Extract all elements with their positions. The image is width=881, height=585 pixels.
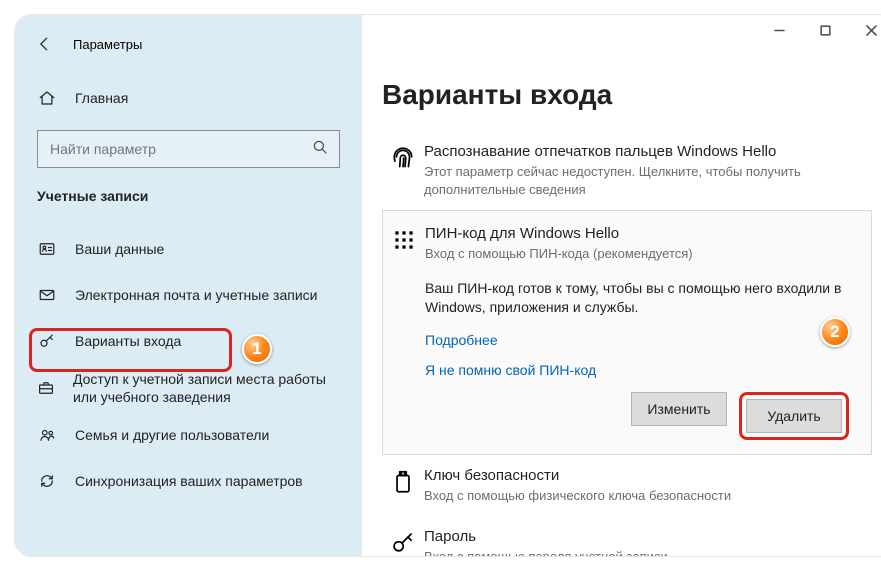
pin-status-message: Ваш ПИН-код готов к тому, чтобы вы с пом…	[425, 279, 855, 318]
sidebar-section-title: Учетные записи	[15, 188, 362, 204]
nav-home[interactable]: Главная	[15, 78, 362, 118]
option-title: Распознавание отпечатков пальцев Windows…	[424, 143, 874, 160]
option-subtitle: Вход с помощью ПИН-кода (рекомендуется)	[425, 245, 855, 263]
option-security-key[interactable]: Ключ безопасности Вход с помощью физичес…	[382, 455, 881, 517]
window-controls	[756, 15, 881, 45]
option-subtitle: Вход с помощью физического ключа безопас…	[424, 487, 874, 505]
sidebar-item-label: Ваши данные	[75, 240, 164, 258]
keypad-icon	[383, 225, 425, 263]
annotation-badge-1: 1	[242, 334, 272, 364]
option-fingerprint[interactable]: Распознавание отпечатков пальцев Windows…	[382, 131, 881, 210]
sidebar-item-label: Электронная почта и учетные записи	[75, 286, 317, 304]
pin-remove-button[interactable]: Удалить	[746, 399, 842, 433]
pin-forgot-link[interactable]: Я не помню свой ПИН-код	[425, 362, 855, 378]
option-title: Ключ безопасности	[424, 467, 874, 484]
titlebar: Параметры	[15, 28, 362, 60]
search-box[interactable]	[37, 130, 340, 168]
key-icon	[382, 528, 424, 557]
sidebar-item-label: Синхронизация ваших параметров	[75, 472, 303, 490]
page-title: Варианты входа	[382, 79, 881, 111]
pin-change-button[interactable]: Изменить	[631, 392, 727, 426]
content-pane: Варианты входа Распознавание отпечатков …	[362, 15, 881, 556]
close-button[interactable]	[848, 15, 881, 45]
key-icon	[37, 332, 57, 350]
id-card-icon	[37, 240, 57, 258]
pin-learn-more-link[interactable]: Подробнее	[425, 332, 855, 348]
sync-icon	[37, 472, 57, 490]
option-subtitle: Вход с помощью пароля учетной записи	[424, 548, 874, 557]
app-title: Параметры	[73, 37, 142, 52]
option-title: ПИН-код для Windows Hello	[425, 225, 855, 242]
annotation-highlight-2: Удалить	[739, 392, 849, 440]
option-password[interactable]: Пароль Вход с помощью пароля учетной зап…	[382, 516, 881, 557]
option-pin-expanded: ПИН-код для Windows Hello Вход с помощью…	[382, 210, 872, 455]
people-icon	[37, 426, 57, 444]
sidebar-item-label: Семья и другие пользователи	[75, 426, 269, 444]
option-subtitle: Этот параметр сейчас недоступен. Щелкнит…	[424, 163, 874, 198]
sidebar-item-family[interactable]: Семья и другие пользователи	[15, 412, 362, 458]
back-button[interactable]	[33, 32, 57, 56]
maximize-button[interactable]	[802, 15, 848, 45]
usb-key-icon	[382, 467, 424, 505]
sidebar-item-email[interactable]: Электронная почта и учетные записи	[15, 272, 362, 318]
fingerprint-icon	[382, 143, 424, 198]
sidebar-item-work-access[interactable]: Доступ к учетной записи места работы или…	[15, 364, 362, 412]
nav-home-label: Главная	[75, 90, 128, 106]
sidebar-item-label: Доступ к учетной записи места работы или…	[73, 370, 340, 406]
sidebar-item-sync[interactable]: Синхронизация ваших параметров	[15, 458, 362, 504]
option-pin-header[interactable]: ПИН-код для Windows Hello Вход с помощью…	[383, 225, 855, 273]
sidebar-item-your-info[interactable]: Ваши данные	[15, 226, 362, 272]
minimize-button[interactable]	[756, 15, 802, 45]
sidebar-item-label: Варианты входа	[75, 332, 181, 350]
option-title: Пароль	[424, 528, 874, 545]
sidebar: Параметры Главная Учетные записи Ваши да…	[15, 15, 362, 556]
home-icon	[37, 89, 57, 107]
search-input[interactable]	[50, 141, 311, 157]
annotation-badge-2: 2	[820, 317, 850, 347]
mail-icon	[37, 286, 57, 304]
sidebar-item-signin-options[interactable]: Варианты входа	[15, 318, 362, 364]
search-icon	[311, 138, 329, 161]
briefcase-icon	[37, 379, 55, 397]
